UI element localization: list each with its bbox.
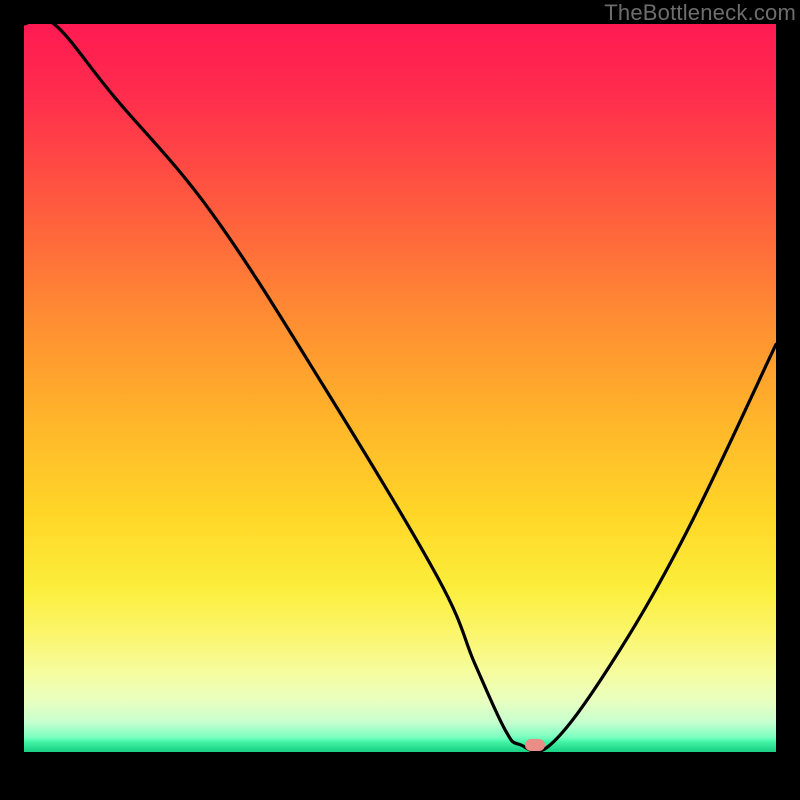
optimal-marker	[525, 739, 545, 751]
chart-frame	[24, 24, 776, 776]
bottleneck-curve	[24, 24, 776, 776]
watermark-text: TheBottleneck.com	[604, 0, 796, 26]
